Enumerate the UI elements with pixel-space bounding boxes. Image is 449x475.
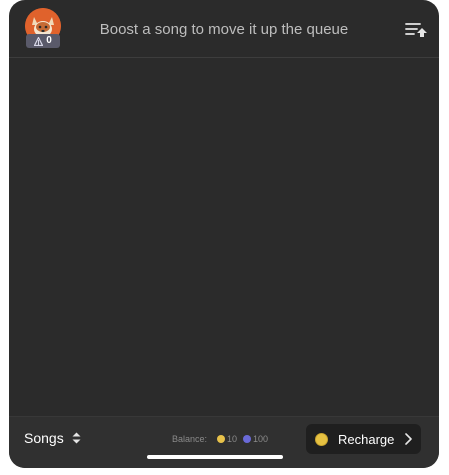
boost-count: 0 <box>46 35 52 46</box>
boost-triangle-icon <box>34 36 44 46</box>
top-header: 0 Boost a song to move it up the queue <box>9 0 439 58</box>
song-queue-area <box>9 58 439 416</box>
balance-display: Balance: 10 100 <box>172 434 274 444</box>
recharge-button[interactable]: Recharge <box>306 424 421 454</box>
blue-balance: 100 <box>253 434 269 444</box>
bottom-bar: Songs Balance: 10 100 Recharge <box>9 416 439 468</box>
recharge-label: Recharge <box>338 431 395 447</box>
queue-move-up-button[interactable] <box>403 17 429 43</box>
profile-button[interactable]: 0 <box>25 8 61 48</box>
blue-coin-icon <box>243 435 252 443</box>
app-screen: 0 Boost a song to move it up the queue S… <box>9 0 439 468</box>
sort-updown-icon <box>72 432 81 444</box>
songs-label: Songs <box>24 430 64 446</box>
home-indicator <box>147 455 283 459</box>
boost-badge: 0 <box>26 34 60 48</box>
chevron-right-icon <box>405 433 412 445</box>
gold-coin-icon <box>217 435 226 443</box>
coin-icon <box>315 432 328 446</box>
queue-move-up-icon <box>405 23 427 37</box>
gold-balance: 10 <box>227 434 238 444</box>
page-title: Boost a song to move it up the queue <box>99 21 349 38</box>
balance-label: Balance: <box>172 434 208 444</box>
songs-sort-select[interactable]: Songs <box>24 430 81 446</box>
